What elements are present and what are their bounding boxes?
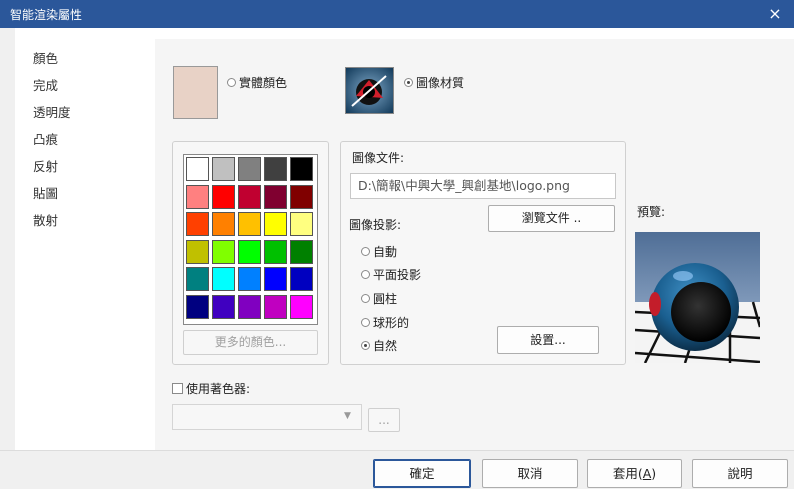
sidebar-item-reflection[interactable]: 反射 [33, 157, 58, 177]
projection-option-label: 自動 [373, 245, 398, 259]
palette-swatch[interactable] [212, 157, 235, 181]
image-texture-label: 圖像材質 [416, 76, 465, 90]
sidebar-item-bump[interactable]: 凸痕 [33, 130, 58, 150]
more-colors-button[interactable]: 更多的顏色... [183, 330, 318, 355]
projection-option-label: 球形的 [373, 316, 410, 330]
sidebar-item-transparency[interactable]: 透明度 [33, 103, 71, 123]
image-file-path-field[interactable]: D:\簡報\中興大學_興創基地\logo.png [350, 173, 616, 199]
palette-swatch[interactable] [238, 267, 261, 291]
palette-swatch[interactable] [290, 212, 313, 236]
radio-indicator[interactable] [361, 341, 370, 350]
palette-swatch[interactable] [212, 267, 235, 291]
palette-swatch[interactable] [290, 239, 313, 264]
sidebar-item-color[interactable]: 顏色 [33, 49, 58, 69]
palette-swatch[interactable] [186, 239, 209, 264]
current-color-swatch[interactable] [173, 66, 218, 119]
apply-button[interactable]: 套用(A) [587, 459, 682, 488]
palette-swatch[interactable] [212, 212, 235, 236]
palette-swatch[interactable] [264, 267, 287, 291]
apply-label-end: ) [651, 466, 657, 481]
shader-browse-button[interactable]: ... [368, 408, 400, 432]
image-texture-radio[interactable]: 圖像材質 [404, 74, 464, 92]
palette-swatch[interactable] [264, 184, 287, 209]
solid-color-radio[interactable]: 實體顏色 [227, 74, 287, 92]
color-palette-grid [183, 154, 318, 325]
material-preview [635, 232, 760, 363]
palette-swatch[interactable] [186, 267, 209, 291]
palette-swatch[interactable] [264, 239, 287, 264]
projection-option-planar[interactable]: 平面投影 [361, 266, 421, 284]
browse-file-button[interactable]: 瀏覽文件 .. [488, 205, 615, 232]
use-shader-label: 使用著色器: [186, 382, 251, 396]
palette-swatch[interactable] [238, 157, 261, 181]
palette-swatch[interactable] [186, 212, 209, 236]
palette-swatch[interactable] [186, 157, 209, 181]
radio-indicator[interactable] [361, 318, 370, 327]
ok-button[interactable]: 確定 [373, 459, 471, 488]
apply-accelerator: A [642, 466, 652, 481]
apply-label: 套用( [612, 466, 643, 481]
cancel-button[interactable]: 取消 [482, 459, 578, 488]
palette-swatch[interactable] [212, 294, 235, 319]
projection-option-label: 平面投影 [373, 268, 422, 282]
radio-indicator[interactable] [404, 78, 413, 87]
preview-label: 預覽: [637, 205, 666, 219]
logo-icon [346, 68, 393, 113]
palette-swatch[interactable] [186, 294, 209, 319]
radio-indicator[interactable] [361, 247, 370, 256]
title-bar: 智能渲染屬性 × [0, 0, 794, 28]
projection-option-label: 圓柱 [373, 292, 398, 306]
palette-swatch[interactable] [290, 157, 313, 181]
close-icon[interactable]: × [756, 0, 794, 28]
palette-swatch[interactable] [238, 212, 261, 236]
palette-swatch[interactable] [212, 184, 235, 209]
palette-swatch[interactable] [212, 239, 235, 264]
image-texture-thumbnail[interactable] [345, 67, 394, 114]
category-sidebar: 顏色 完成 透明度 凸痕 反射 貼圖 散射 [15, 39, 156, 450]
window-title: 智能渲染屬性 [10, 8, 83, 22]
palette-swatch[interactable] [238, 294, 261, 319]
dialog-footer: 確定 取消 套用(A) 說明 [0, 450, 794, 489]
projection-option-natural[interactable]: 自然 [361, 337, 397, 355]
projection-option-auto[interactable]: 自動 [361, 243, 397, 261]
radio-indicator[interactable] [361, 270, 370, 279]
projection-option-label: 自然 [373, 339, 398, 353]
settings-button[interactable]: 設置... [497, 326, 599, 354]
palette-swatch[interactable] [264, 212, 287, 236]
projection-option-cylinder[interactable]: 圓柱 [361, 290, 397, 308]
palette-swatch[interactable] [238, 239, 261, 264]
sidebar-item-finish[interactable]: 完成 [33, 76, 58, 96]
projection-option-spherical[interactable]: 球形的 [361, 314, 409, 332]
sidebar-item-texture[interactable]: 貼圖 [33, 184, 58, 204]
palette-swatch[interactable] [238, 184, 261, 209]
sphere-preview-image [635, 232, 760, 363]
sidebar-item-scatter[interactable]: 散射 [33, 211, 58, 231]
palette-swatch[interactable] [186, 184, 209, 209]
radio-indicator[interactable] [227, 78, 236, 87]
palette-swatch[interactable] [290, 267, 313, 291]
palette-swatch[interactable] [264, 294, 287, 319]
chevron-down-icon[interactable]: ▼ [344, 411, 351, 421]
checkbox-indicator[interactable] [172, 383, 183, 394]
palette-swatch[interactable] [290, 294, 313, 319]
palette-swatch[interactable] [290, 184, 313, 209]
image-projection-label: 圖像投影: [349, 218, 402, 232]
palette-swatch[interactable] [264, 157, 287, 181]
image-file-label: 圖像文件: [352, 151, 405, 165]
use-shader-checkbox[interactable]: 使用著色器: [172, 380, 250, 398]
shader-dropdown[interactable] [172, 404, 362, 430]
help-button[interactable]: 說明 [692, 459, 788, 488]
left-edge [0, 28, 15, 460]
radio-indicator[interactable] [361, 294, 370, 303]
solid-color-label: 實體顏色 [239, 76, 288, 90]
